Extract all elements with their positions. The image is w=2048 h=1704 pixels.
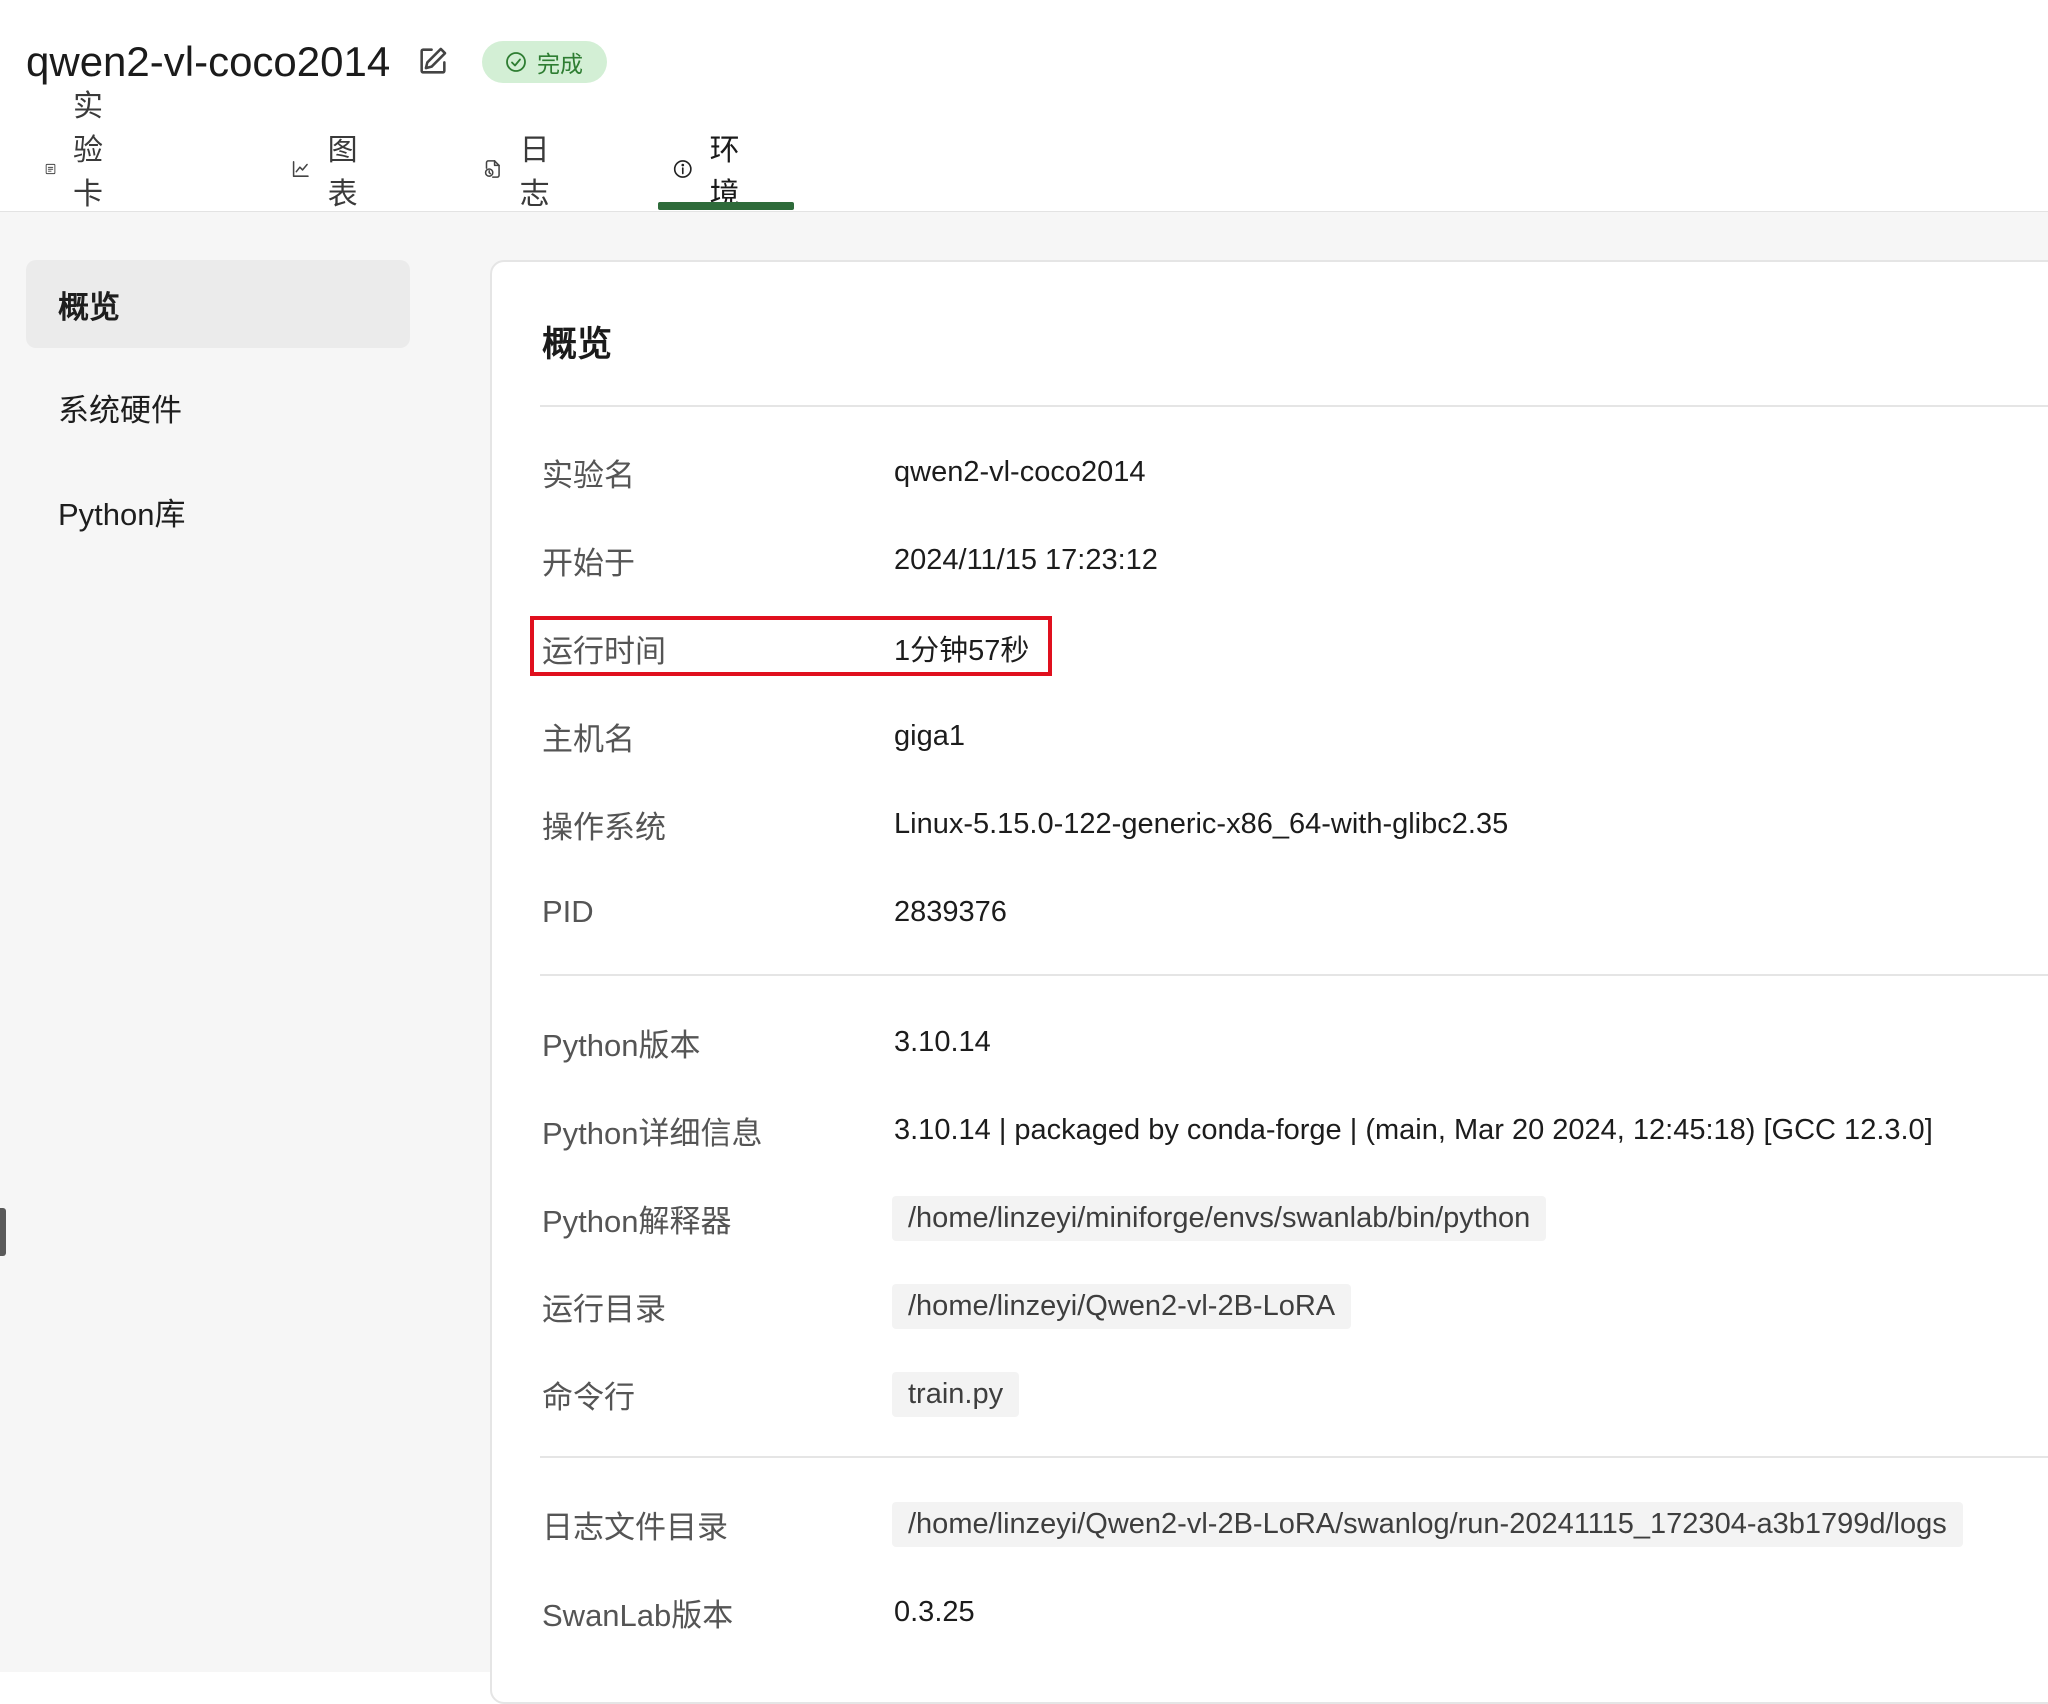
row-value: train.py <box>892 1371 1020 1417</box>
divider <box>540 1456 2048 1458</box>
sidebar-item-python-libs[interactable]: Python库 <box>26 467 410 555</box>
highlight-box <box>530 616 1052 676</box>
info-row-started-at: 开始于 2024/11/15 17:23:12 <box>542 530 2048 590</box>
divider <box>540 405 2048 407</box>
row-value: /home/linzeyi/miniforge/envs/swanlab/bin… <box>892 1195 1547 1241</box>
row-label: 操作系统 <box>542 809 666 845</box>
header: qwen2-vl-coco2014 完成 实验卡片 图表 <box>0 0 2048 255</box>
tab-label: 图表 <box>327 134 358 211</box>
overview-panel: 概览 实验名 qwen2-vl-coco2014 开始于 2024/11/15 … <box>490 260 2048 1704</box>
row-value: /home/linzeyi/Qwen2-vl-2B-LoRA <box>892 1283 1352 1329</box>
row-label: 主机名 <box>542 721 635 757</box>
info-row-swanlab-version: SwanLab版本 0.3.25 <box>542 1582 2048 1642</box>
info-icon <box>673 160 692 178</box>
resize-handle[interactable] <box>0 1208 6 1256</box>
row-label: Python版本 <box>542 1027 701 1063</box>
info-row-python-details: Python详细信息 3.10.14 | packaged by conda-f… <box>542 1100 2048 1160</box>
status-badge: 完成 <box>482 41 607 83</box>
row-value: 2839376 <box>894 895 1007 928</box>
info-row-python-interpreter: Python解释器 /home/linzeyi/miniforge/envs/s… <box>542 1188 2048 1248</box>
info-row-python-version: Python版本 3.10.14 <box>542 1012 2048 1072</box>
info-row-log-dir: 日志文件目录 /home/linzeyi/Qwen2-vl-2B-LoRA/sw… <box>542 1494 2048 1554</box>
row-label: 日志文件目录 <box>542 1509 728 1545</box>
sidebar-item-label: 概览 <box>58 289 120 325</box>
sidebar-item-label: 系统硬件 <box>58 392 182 428</box>
sidebar-item-overview[interactable]: 概览 <box>26 260 410 348</box>
check-circle-icon <box>506 52 526 72</box>
row-value: Linux-5.15.0-122-generic-x86_64-with-gli… <box>894 807 1509 840</box>
edit-icon[interactable] <box>416 44 450 78</box>
panel-title: 概览 <box>542 325 613 364</box>
row-label: 实验名 <box>542 457 635 493</box>
row-value: 2024/11/15 17:23:12 <box>894 543 1158 576</box>
info-row-experiment-name: 实验名 qwen2-vl-coco2014 <box>542 442 2048 502</box>
row-label: Python解释器 <box>542 1203 732 1239</box>
row-label: SwanLab版本 <box>542 1597 734 1633</box>
row-label: PID <box>542 894 594 929</box>
row-value: giga1 <box>894 719 965 752</box>
info-row-command: 命令行 train.py <box>542 1364 2048 1424</box>
divider <box>540 974 2048 976</box>
tab-label: 日志 <box>519 134 550 211</box>
tab-label: 环境 <box>709 134 740 211</box>
active-tab-indicator <box>658 202 794 210</box>
row-value: /home/linzeyi/Qwen2-vl-2B-LoRA/swanlog/r… <box>892 1501 1963 1547</box>
tab-experiment-card[interactable]: 实验卡片 <box>44 90 122 255</box>
row-label: Python详细信息 <box>542 1115 763 1151</box>
info-row-hostname: 主机名 giga1 <box>542 706 2048 766</box>
line-chart-icon <box>292 161 309 177</box>
row-label: 运行目录 <box>542 1291 666 1327</box>
row-value: 3.10.14 | packaged by conda-forge | (mai… <box>894 1113 1933 1146</box>
log-icon <box>484 160 500 178</box>
tab-charts[interactable]: 图表 <box>290 128 368 211</box>
row-label: 命令行 <box>542 1379 635 1415</box>
status-badge-label: 完成 <box>537 51 583 77</box>
info-row-os: 操作系统 Linux-5.15.0-122-generic-x86_64-wit… <box>542 794 2048 854</box>
row-value: qwen2-vl-coco2014 <box>894 455 1146 488</box>
card-icon <box>45 163 56 175</box>
row-label: 开始于 <box>542 545 635 581</box>
info-row-pid: PID 2839376 <box>542 882 2048 942</box>
info-row-run-dir: 运行目录 /home/linzeyi/Qwen2-vl-2B-LoRA <box>542 1276 2048 1336</box>
sidebar-item-label: Python库 <box>58 496 186 532</box>
row-value: 3.10.14 <box>894 1025 991 1058</box>
tab-logs[interactable]: 日志 <box>482 128 560 211</box>
row-value: 0.3.25 <box>894 1595 975 1628</box>
sidebar-item-system-hardware[interactable]: 系统硬件 <box>26 363 410 451</box>
tab-environment[interactable]: 环境 <box>672 128 750 211</box>
